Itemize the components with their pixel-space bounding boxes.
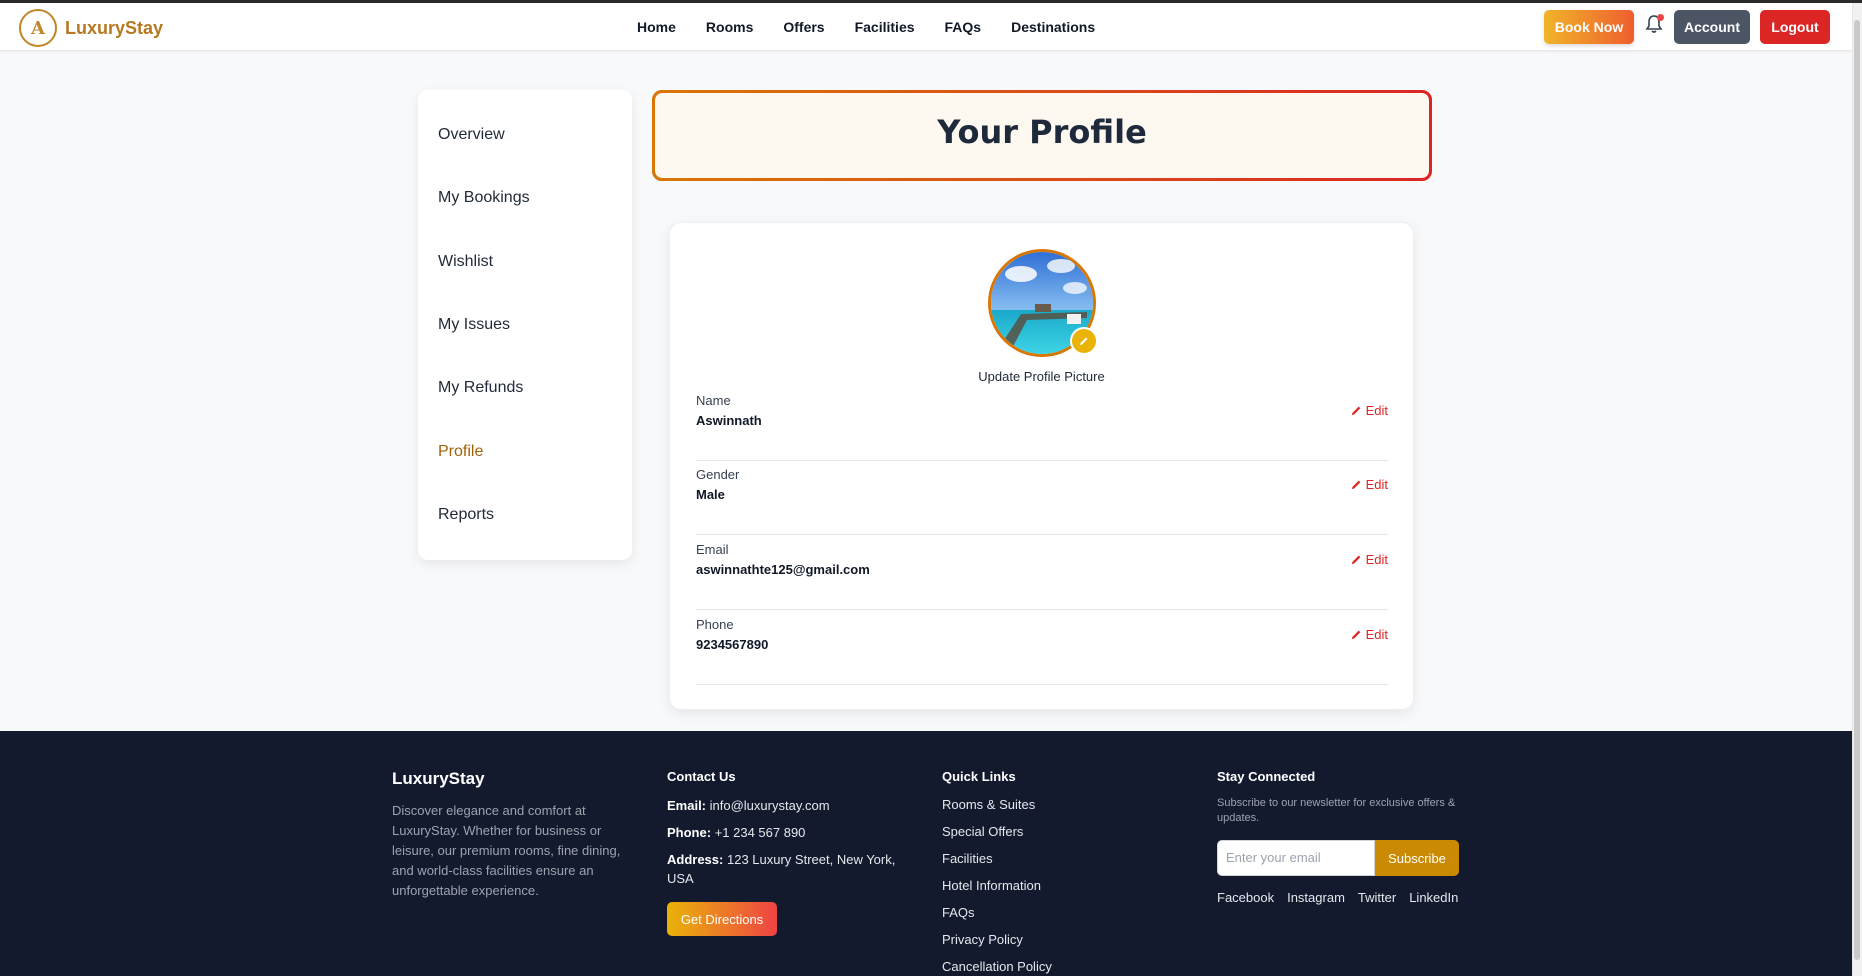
pencil-icon: [1351, 406, 1360, 416]
sidebar-item-my-bookings[interactable]: My Bookings: [438, 189, 530, 207]
edit-label: Edit: [1365, 552, 1388, 567]
pencil-icon: [1351, 630, 1360, 640]
edit-label: Edit: [1365, 627, 1388, 642]
field-label: Gender: [696, 467, 740, 482]
contact-phone-label: Phone:: [667, 825, 712, 840]
newsletter-form: Enter your email Subscribe: [1217, 840, 1462, 876]
edit-label: Edit: [1365, 477, 1388, 492]
nav-link-home[interactable]: Home: [637, 19, 676, 35]
contact-email-value[interactable]: info@luxurystay.com: [710, 798, 830, 813]
field-label: Email: [696, 542, 729, 557]
profile-field-gender: Gender Male Edit: [696, 461, 1388, 535]
newsletter-text: Subscribe to our newsletter for exclusiv…: [1217, 797, 1456, 824]
social-link-facebook[interactable]: Facebook: [1217, 890, 1274, 905]
notification-badge: [1657, 14, 1664, 21]
nav-link-faqs[interactable]: FAQs: [945, 19, 982, 35]
profile-field-name: Name Aswinnath Edit: [696, 387, 1388, 461]
brand-name: LuxuryStay: [65, 17, 164, 38]
main-nav: Home Rooms Offers Facilities FAQs Destin…: [637, 19, 1125, 35]
footer-about: LuxuryStay Discover elegance and comfort…: [392, 769, 632, 901]
footer-description: Discover elegance and comfort at LuxuryS…: [392, 803, 621, 898]
sidebar-item-my-issues[interactable]: My Issues: [438, 316, 510, 334]
field-value: Male: [696, 487, 725, 502]
page-title: Your Profile: [937, 113, 1147, 151]
nav-link-facilities[interactable]: Facilities: [855, 19, 915, 35]
footer-newsletter: Stay Connected Subscribe to our newslett…: [1217, 769, 1462, 905]
nav-link-rooms[interactable]: Rooms: [706, 19, 753, 35]
site-footer: LuxuryStay Discover elegance and comfort…: [0, 731, 1852, 976]
update-profile-picture-label[interactable]: Update Profile Picture: [670, 369, 1413, 384]
account-sidebar: Overview My Bookings Wishlist My Issues …: [418, 90, 632, 560]
contact-address-label: Address:: [667, 852, 724, 867]
edit-avatar-button[interactable]: [1070, 327, 1098, 355]
logout-button[interactable]: Logout: [1760, 10, 1830, 44]
pencil-icon: [1080, 337, 1088, 345]
edit-name-button[interactable]: Edit: [1351, 403, 1388, 418]
profile-field-email: Email aswinnathte125@gmail.com Edit: [696, 536, 1388, 610]
contact-phone-value[interactable]: +1 234 567 890: [715, 825, 806, 840]
footer-brand: LuxuryStay: [392, 769, 485, 788]
nav-link-offers[interactable]: Offers: [783, 19, 824, 35]
field-value: 9234567890: [696, 637, 769, 652]
sidebar-item-profile[interactable]: Profile: [438, 443, 483, 461]
book-now-button[interactable]: Book Now: [1544, 10, 1634, 44]
nav-link-destinations[interactable]: Destinations: [1011, 19, 1095, 35]
get-directions-button[interactable]: Get Directions: [667, 902, 777, 936]
newsletter-heading: Stay Connected: [1217, 769, 1316, 784]
field-label: Phone: [696, 617, 734, 632]
profile-header-banner: Your Profile: [652, 90, 1432, 181]
field-value: aswinnathte125@gmail.com: [696, 562, 870, 577]
contact-heading: Contact Us: [667, 769, 736, 784]
quick-link-hotel-information[interactable]: Hotel Information: [942, 877, 1052, 895]
social-link-twitter[interactable]: Twitter: [1358, 890, 1396, 905]
subscribe-button[interactable]: Subscribe: [1375, 840, 1459, 876]
quick-link-cancellation-policy[interactable]: Cancellation Policy: [942, 958, 1052, 976]
edit-phone-button[interactable]: Edit: [1351, 627, 1388, 642]
contact-phone: Phone: +1 234 567 890: [667, 823, 907, 842]
quick-link-special-offers[interactable]: Special Offers: [942, 823, 1052, 841]
field-value: Aswinnath: [696, 413, 762, 428]
brand[interactable]: A LuxuryStay: [19, 9, 163, 47]
sidebar-item-wishlist[interactable]: Wishlist: [438, 253, 493, 271]
footer-contact: Contact Us Email: info@luxurystay.com Ph…: [667, 769, 907, 936]
quick-link-facilities[interactable]: Facilities: [942, 850, 1052, 868]
sidebar-item-my-refunds[interactable]: My Refunds: [438, 379, 523, 397]
footer-quick-links: Quick Links Rooms & Suites Special Offer…: [942, 769, 1052, 976]
profile-card: Update Profile Picture Name Aswinnath Ed…: [669, 222, 1414, 710]
contact-address: Address: 123 Luxury Street, New York, US…: [667, 850, 907, 888]
contact-email: Email: info@luxurystay.com: [667, 796, 907, 815]
account-button[interactable]: Account: [1674, 10, 1750, 44]
field-label: Name: [696, 393, 731, 408]
quick-link-faqs[interactable]: FAQs: [942, 904, 1052, 922]
sidebar-item-overview[interactable]: Overview: [438, 126, 505, 144]
profile-field-phone: Phone 9234567890 Edit: [696, 611, 1388, 685]
sidebar-item-reports[interactable]: Reports: [438, 506, 494, 524]
social-link-linkedin[interactable]: LinkedIn: [1409, 890, 1458, 905]
social-links: Facebook Instagram Twitter LinkedIn: [1217, 890, 1462, 905]
quick-link-rooms-suites[interactable]: Rooms & Suites: [942, 796, 1052, 814]
newsletter-email-input[interactable]: Enter your email: [1217, 840, 1375, 876]
social-link-instagram[interactable]: Instagram: [1287, 890, 1345, 905]
pencil-icon: [1351, 480, 1360, 490]
pencil-icon: [1351, 555, 1360, 565]
edit-email-button[interactable]: Edit: [1351, 552, 1388, 567]
contact-email-label: Email:: [667, 798, 707, 813]
quick-link-privacy-policy[interactable]: Privacy Policy: [942, 931, 1052, 949]
brand-logo: A: [19, 9, 57, 47]
edit-label: Edit: [1365, 403, 1388, 418]
quick-links-heading: Quick Links: [942, 769, 1016, 784]
scrollbar-thumb[interactable]: [1854, 20, 1860, 960]
edit-gender-button[interactable]: Edit: [1351, 477, 1388, 492]
